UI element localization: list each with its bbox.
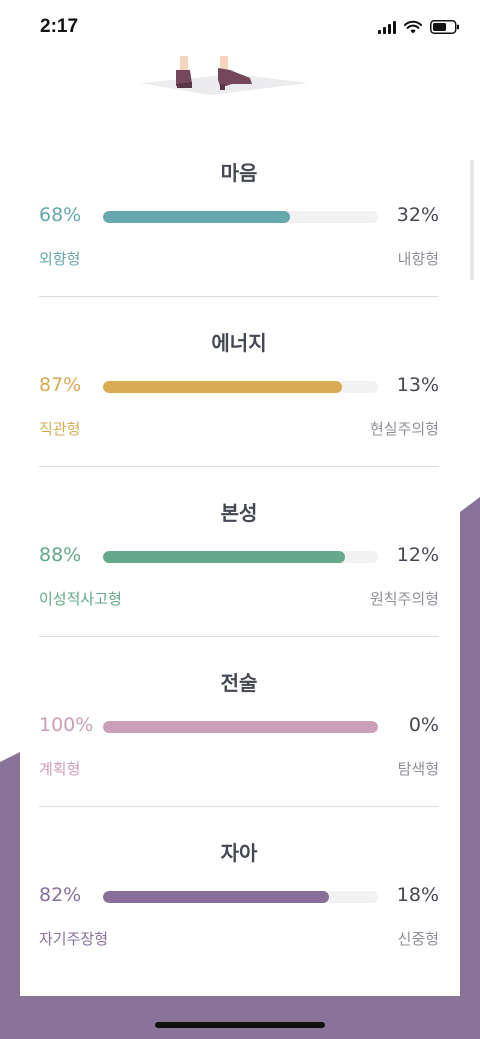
section-title: 에너지 bbox=[211, 331, 267, 355]
section-title: 마음 bbox=[220, 161, 258, 185]
section-title: 전술 bbox=[220, 671, 258, 695]
trait-bar bbox=[103, 721, 378, 733]
status-icons bbox=[378, 20, 460, 34]
left-label: 외향형 bbox=[39, 250, 81, 268]
left-label: 자기주장형 bbox=[39, 930, 109, 948]
left-label: 직관형 bbox=[39, 420, 81, 438]
divider bbox=[39, 806, 439, 807]
trait-bar-fill bbox=[103, 381, 343, 393]
right-percent: 13% bbox=[396, 374, 439, 396]
right-label: 원칙주의형 bbox=[369, 590, 439, 608]
section-title: 본성 bbox=[220, 501, 258, 525]
right-label: 탐색형 bbox=[397, 760, 439, 778]
trait-bar bbox=[103, 551, 378, 563]
trait-bar-fill bbox=[103, 211, 290, 223]
trait-bar-fill bbox=[103, 551, 345, 563]
trait-bar bbox=[103, 381, 378, 393]
divider bbox=[39, 636, 439, 637]
left-label: 계획형 bbox=[39, 760, 81, 778]
divider bbox=[39, 296, 439, 297]
trait-bar bbox=[103, 211, 378, 223]
cellular-signal-icon bbox=[378, 20, 396, 34]
right-percent: 18% bbox=[396, 884, 439, 906]
divider bbox=[39, 466, 439, 467]
scrollbar[interactable] bbox=[470, 160, 474, 280]
left-percent: 82% bbox=[39, 884, 82, 906]
trait-bar bbox=[103, 891, 378, 903]
left-percent: 68% bbox=[39, 204, 82, 226]
left-percent: 100% bbox=[39, 714, 94, 736]
right-label: 내향형 bbox=[397, 250, 439, 268]
home-indicator[interactable] bbox=[155, 1022, 325, 1028]
status-time: 2:17 bbox=[40, 16, 79, 37]
right-percent: 32% bbox=[396, 204, 439, 226]
battery-icon bbox=[430, 20, 459, 34]
trait-bar-fill bbox=[103, 721, 378, 733]
left-percent: 88% bbox=[39, 544, 82, 566]
right-label: 현실주의형 bbox=[369, 420, 439, 438]
wifi-icon bbox=[404, 20, 422, 34]
trait-bar-fill bbox=[103, 891, 329, 903]
section-title: 자아 bbox=[220, 841, 258, 865]
right-percent: 12% bbox=[396, 544, 439, 566]
status-bar: 2:17 bbox=[0, 0, 480, 58]
right-label: 신중형 bbox=[397, 930, 439, 948]
right-percent: 0% bbox=[408, 714, 439, 736]
left-percent: 87% bbox=[39, 374, 82, 396]
results-card: 마음 68% 32% 외향형 내향형에너지 87% 13% 직관형 현실주의형본성 88% 12% 이… bbox=[20, 0, 474, 996]
left-label: 이성적사고형 bbox=[39, 590, 122, 608]
